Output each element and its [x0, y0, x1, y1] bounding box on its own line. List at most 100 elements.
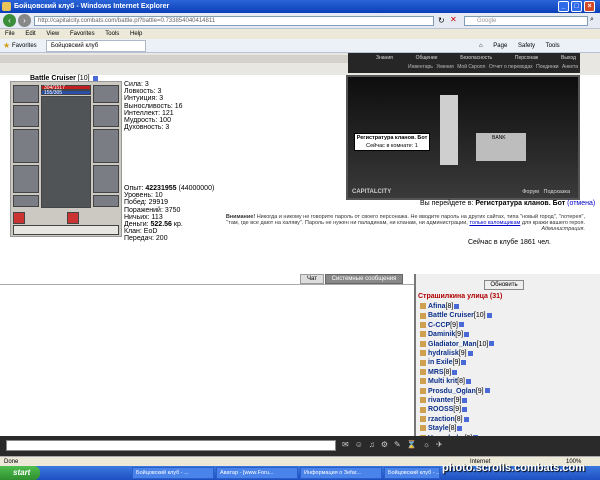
user-list-item[interactable]: Prosdu_Oglan[9] — [420, 387, 494, 396]
forum-link[interactable]: Форум — [522, 189, 539, 195]
menu-view[interactable]: View — [46, 31, 59, 37]
user-list-item[interactable]: ROOSS[9] — [420, 405, 494, 414]
info-icon[interactable] — [467, 350, 473, 356]
info-icon[interactable] — [484, 388, 490, 394]
minimize-button[interactable]: _ — [558, 1, 569, 12]
shield-slot[interactable] — [93, 129, 119, 163]
user-list-item[interactable]: Stayle[8] — [420, 424, 494, 433]
task-item[interactable]: Бойцовский клуб - ... — [384, 467, 440, 479]
heart-icon[interactable] — [13, 212, 25, 224]
task-item[interactable]: Бойцовский клуб - ... — [132, 467, 214, 479]
search-icon[interactable]: ⌕ — [590, 16, 594, 24]
info-icon[interactable] — [458, 322, 464, 328]
user-list-item[interactable]: hydralisk[9] — [420, 349, 494, 358]
info-icon[interactable] — [489, 341, 495, 347]
user-name[interactable]: hydralisk — [428, 350, 459, 357]
cancel-link[interactable]: (отмена) — [567, 200, 595, 207]
user-name[interactable]: MRS — [428, 369, 444, 376]
info-icon[interactable] — [462, 397, 468, 403]
user-name[interactable]: Multi krit — [428, 378, 457, 385]
user-name[interactable]: in Exile — [428, 359, 453, 366]
earring-slot[interactable] — [93, 85, 119, 103]
menu-profile[interactable]: Анкета — [562, 64, 578, 70]
page-menu[interactable]: Page — [493, 43, 507, 49]
info-icon[interactable] — [454, 303, 460, 309]
user-name[interactable]: Daminik — [428, 331, 455, 338]
user-list-item[interactable]: Multi krit[8] — [420, 377, 494, 386]
task-item[interactable]: Аватар - [www.Foru... — [216, 467, 298, 479]
weapon-slot[interactable] — [13, 129, 39, 163]
clan-icon[interactable] — [420, 321, 426, 328]
boots-slot[interactable] — [93, 195, 119, 207]
ring-slot[interactable] — [93, 105, 119, 127]
menu-inventory[interactable]: Инвентарь — [408, 64, 433, 70]
chat-input[interactable] — [6, 440, 336, 451]
user-name[interactable]: rzaction — [428, 416, 455, 423]
menu-favorites[interactable]: Favorites — [70, 31, 95, 37]
menu-exit[interactable]: Выход — [561, 55, 576, 61]
clan-icon[interactable] — [420, 378, 426, 385]
info-icon[interactable] — [462, 407, 468, 413]
browser-tab[interactable]: Бойцовский клуб — [46, 40, 146, 52]
clan-icon[interactable] — [420, 312, 426, 319]
menu-edit[interactable]: Edit — [25, 31, 35, 37]
user-list-item[interactable]: rzaction[8] — [420, 415, 494, 424]
info-icon[interactable] — [92, 75, 98, 81]
user-list-item[interactable]: Daminik[9] — [420, 330, 494, 339]
info-icon[interactable] — [461, 360, 467, 366]
menu-character[interactable]: Персонаж — [515, 55, 538, 61]
user-name[interactable]: C-CCP — [428, 322, 450, 329]
amulet-slot[interactable] — [13, 105, 39, 127]
info-icon[interactable] — [452, 369, 458, 375]
user-list-item[interactable]: MRS[8] — [420, 368, 494, 377]
info-icon[interactable] — [464, 331, 470, 337]
hint-link[interactable]: Подсказка — [544, 189, 570, 195]
info-icon[interactable] — [463, 416, 469, 422]
clan-icon[interactable] — [420, 387, 426, 394]
menu-knowledge[interactable]: Знания — [376, 55, 393, 61]
clan-icon[interactable] — [420, 425, 426, 432]
user-name[interactable]: Stayle — [428, 425, 449, 432]
clan-icon[interactable] — [420, 340, 426, 347]
search-input[interactable]: Google — [464, 16, 588, 26]
clan-icon[interactable] — [420, 303, 426, 310]
clan-icon[interactable] — [420, 397, 426, 404]
back-icon[interactable]: ‹ — [3, 14, 16, 27]
menu-skills[interactable]: Умения — [436, 64, 453, 70]
tab-chat[interactable]: Чат — [300, 274, 324, 284]
user-list-item[interactable]: Battle Cruiser[10] — [420, 311, 494, 320]
maximize-button[interactable]: □ — [571, 1, 582, 12]
armor-slot[interactable] — [13, 165, 39, 193]
user-list-item[interactable]: Gladiator_Man[10] — [420, 340, 495, 349]
clan-icon[interactable] — [420, 416, 426, 423]
refresh-button[interactable]: Обновить — [484, 280, 524, 290]
close-button[interactable]: × — [584, 1, 595, 12]
clan-icon[interactable] — [420, 350, 426, 357]
user-list-item[interactable]: C-CCP[9] — [420, 321, 494, 330]
menu-tools[interactable]: Tools — [105, 31, 119, 37]
tools-menu[interactable]: Tools — [546, 43, 560, 49]
helmet-slot[interactable] — [13, 85, 39, 103]
url-input[interactable]: http://capitalcity.combats.com/battle.pl… — [34, 16, 434, 26]
safety-menu[interactable]: Safety — [518, 43, 535, 49]
bank-building[interactable]: BANK — [476, 133, 526, 161]
info-icon[interactable] — [465, 378, 471, 384]
user-list-item[interactable]: Afina[8] — [420, 302, 494, 311]
character-avatar[interactable] — [41, 96, 91, 208]
menu-battles[interactable]: Поединки — [536, 64, 559, 70]
lighthouse-building[interactable] — [440, 95, 458, 165]
user-name[interactable]: Afina — [428, 303, 446, 310]
clan-icon[interactable] — [420, 359, 426, 366]
clan-icon[interactable] — [420, 369, 426, 375]
user-list-item[interactable]: rivanter[9] — [420, 396, 494, 405]
user-name[interactable]: rivanter — [428, 397, 454, 404]
menu-transfers[interactable]: Отчет о переводах — [489, 64, 533, 70]
city-map[interactable]: BANK Регистратура кланов. Бот Сейчас в к… — [346, 75, 580, 200]
clan-icon[interactable] — [420, 406, 426, 413]
info-icon[interactable] — [486, 313, 492, 319]
user-name[interactable]: Gladiator_Man — [428, 341, 477, 348]
menu-help[interactable]: Help — [130, 31, 142, 37]
user-name[interactable]: Prosdu_Oglan — [428, 388, 476, 395]
favorites-button[interactable]: Favorites — [12, 39, 37, 53]
clan-icon[interactable] — [420, 331, 426, 338]
